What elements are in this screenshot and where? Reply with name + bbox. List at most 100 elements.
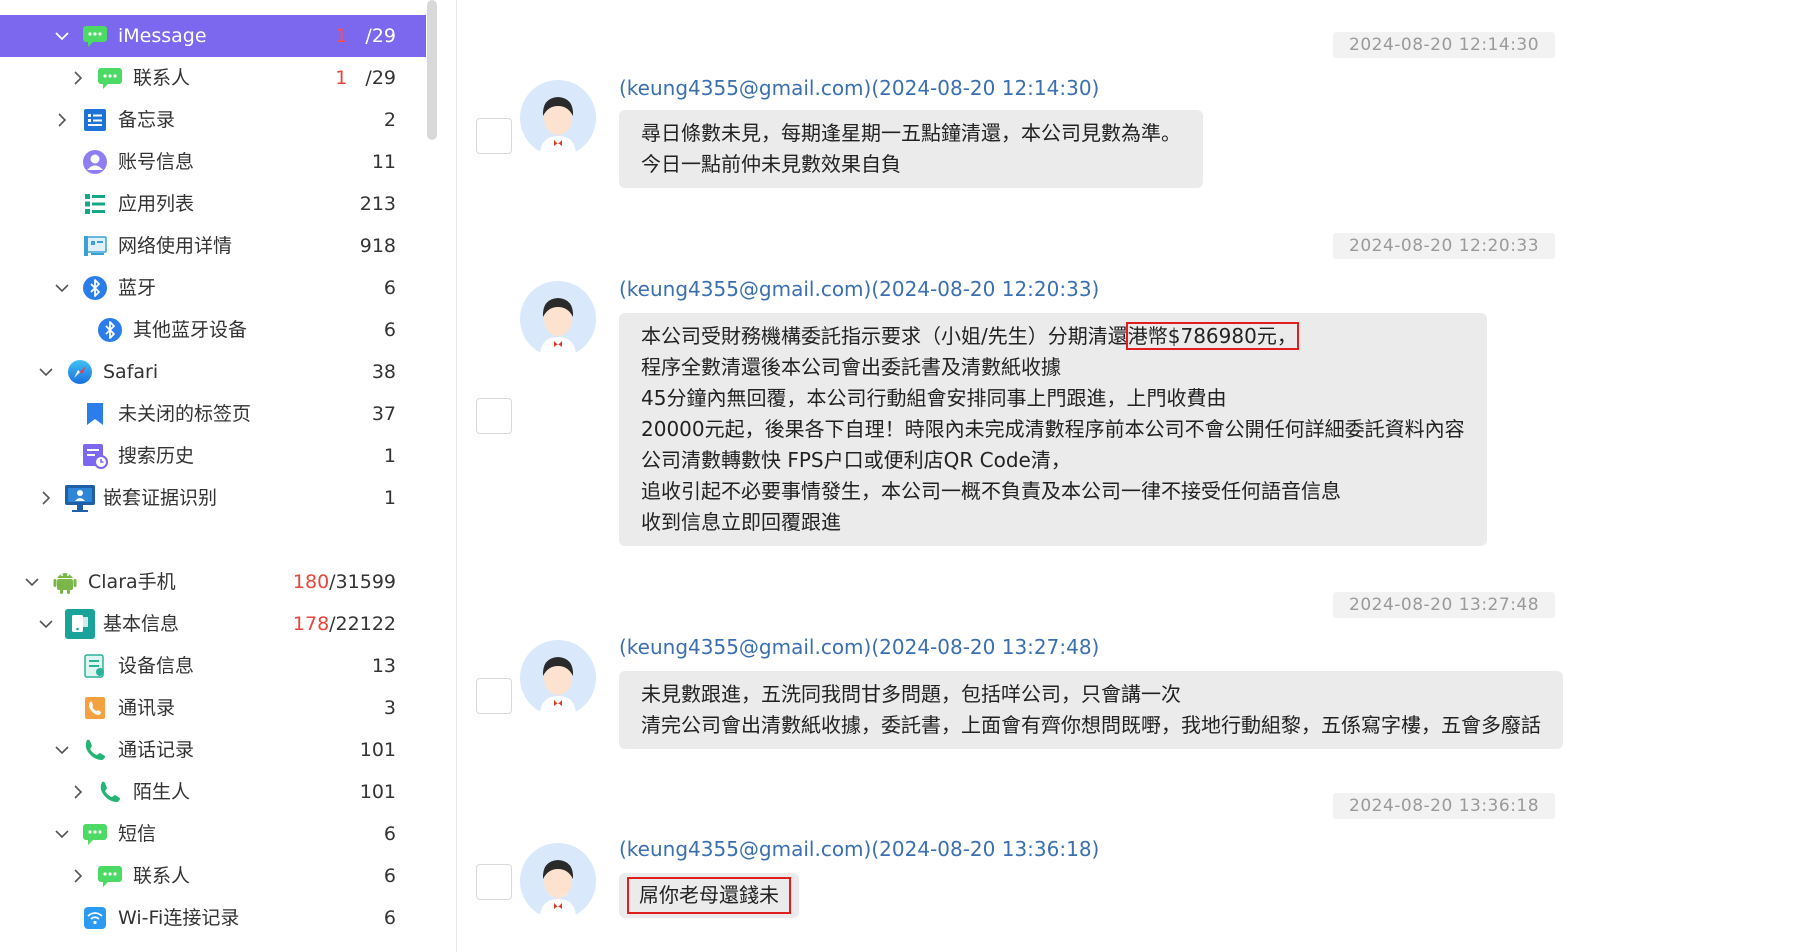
sidebar-item-network-usage[interactable]: 网络使用详情 918: [0, 225, 426, 267]
sidebar-item-notes[interactable]: 备忘录 2: [0, 99, 426, 141]
chevron-down-icon[interactable]: [24, 574, 40, 590]
item-count: 1: [384, 435, 396, 477]
total-count: 13: [371, 655, 396, 677]
message-sender[interactable]: (keung4355@gmail.com)(2024-08-20 12:20:3…: [619, 277, 1099, 301]
total-count: 37: [371, 403, 396, 425]
sidebar-item-label: 短信: [118, 823, 157, 845]
sidebar-item-label: 蓝牙: [118, 277, 157, 299]
total-count: /29: [365, 25, 396, 47]
chevron-right-icon[interactable]: [70, 868, 86, 884]
item-count: 37: [372, 393, 396, 435]
total-count: 6: [383, 907, 396, 929]
chat-panel: 2024-08-20 12:14:30 (keung4355@gmail.com…: [457, 0, 1813, 952]
sidebar-item-strangers[interactable]: 陌生人 101: [0, 771, 426, 813]
sidebar-item-label: 网络使用详情: [118, 235, 233, 257]
info-icon: [64, 608, 96, 640]
message-bubble[interactable]: 未見數跟進，五洗同我問甘多問題，包括咩公司，只會講一次 清完公司會出清數紙收據，…: [619, 671, 1563, 749]
item-count: 6: [384, 855, 396, 897]
message-line: 今日一點前仲未見數效果自負: [641, 152, 901, 176]
sidebar-item-open-tabs[interactable]: 未关闭的标签页 37: [0, 393, 426, 435]
total-count: /31599: [329, 571, 396, 593]
sidebar-item-clara-phone[interactable]: Clara手机 180/31599: [0, 561, 426, 603]
message-line: 公司清數轉數快 FPS户口或便利店QR Code清，: [641, 448, 1071, 472]
sidebar-item-label: 未关闭的标签页: [118, 403, 252, 425]
chevron-down-icon[interactable]: [38, 616, 54, 632]
sidebar-item-label: 搜索历史: [118, 445, 195, 467]
sidebar-item-imessage-contacts[interactable]: 联系人 1 /29: [0, 57, 426, 99]
chevron-down-icon[interactable]: [54, 28, 70, 44]
item-count: 178/22122: [293, 603, 396, 645]
item-count: 213: [360, 183, 396, 225]
monitor-icon: [64, 482, 96, 514]
message-line: 清完公司會出清數紙收據，委託書，上面會有齊你想問既嘢，我地行動組黎，五係寫字樓，…: [641, 713, 1541, 737]
message-icon: [82, 23, 108, 49]
chevron-right-icon[interactable]: [70, 70, 86, 86]
sidebar-item-contacts[interactable]: 通讯录 3: [0, 687, 426, 729]
sidebar-item-label: 基本信息: [103, 613, 180, 635]
total-count: 6: [383, 277, 396, 299]
message-checkbox[interactable]: [476, 864, 512, 900]
item-count: 101: [360, 729, 396, 771]
message-sender[interactable]: (keung4355@gmail.com)(2024-08-20 13:27:4…: [619, 635, 1099, 659]
message-checkbox[interactable]: [476, 398, 512, 434]
item-count: 2: [384, 99, 396, 141]
chevron-down-icon[interactable]: [54, 742, 70, 758]
sidebar-item-app-list[interactable]: 应用列表 213: [0, 183, 426, 225]
sidebar-item-wifi-log[interactable]: Wi-Fi连接记录 6: [0, 897, 426, 939]
message-bubble[interactable]: 尋日條數未見，每期逢星期一五點鐘清還，本公司見數為準。 今日一點前仲未見數效果自…: [619, 110, 1203, 188]
chevron-right-icon[interactable]: [70, 784, 86, 800]
item-count: 6: [384, 897, 396, 939]
message-line: 追收引起不必要事情發生，本公司一概不負責及本公司一律不接受任何語音信息: [641, 479, 1341, 503]
message-checkbox[interactable]: [476, 678, 512, 714]
sidebar-item-imessage[interactable]: iMessage 1 /29: [0, 15, 426, 57]
message-line: 程序全數清還後本公司會出委託書及清數紙收據: [641, 355, 1061, 379]
safari-icon: [67, 359, 93, 385]
notes-icon: [82, 107, 108, 133]
sidebar-item-label: 备忘录: [118, 109, 176, 131]
message-sender[interactable]: (keung4355@gmail.com)(2024-08-20 13:36:1…: [619, 837, 1099, 861]
message-icon: [82, 821, 108, 847]
sidebar-item-label: 其他蓝牙设备: [133, 319, 248, 341]
chevron-down-icon[interactable]: [54, 826, 70, 842]
message-timestamp: 2024-08-20 12:20:33: [1333, 233, 1556, 259]
message-sender[interactable]: (keung4355@gmail.com)(2024-08-20 12:14:3…: [619, 76, 1099, 100]
item-count: 6: [384, 267, 396, 309]
phone-icon: [82, 737, 108, 763]
sidebar: iMessage 1 /29 联系人 1 /29 备忘录 2 账号信息 11 应…: [0, 0, 440, 952]
search-history-icon: [82, 443, 108, 469]
sidebar-item-device-info[interactable]: 设备信息 13: [0, 645, 426, 687]
message-bubble[interactable]: 屌你老母還錢未: [619, 873, 799, 918]
message-line: 20000元起，後果各下自理！時限內未完成清數程序前本公司不會公開任何詳細委託資…: [641, 417, 1465, 441]
sidebar-scrollbar[interactable]: [427, 0, 437, 140]
total-count: 38: [371, 361, 396, 383]
sidebar-item-label: 联系人: [133, 67, 191, 89]
bluetooth-icon: [97, 317, 123, 343]
sidebar-item-basic-info[interactable]: 基本信息 178/22122: [0, 603, 426, 645]
item-count: 101: [360, 771, 396, 813]
chevron-right-icon[interactable]: [38, 490, 54, 506]
sidebar-item-nested-evidence[interactable]: 嵌套证据识别 1: [0, 477, 426, 519]
item-count: 13: [372, 645, 396, 687]
chevron-down-icon[interactable]: [38, 364, 54, 380]
sidebar-item-call-log[interactable]: 通话记录 101: [0, 729, 426, 771]
total-count: 918: [359, 235, 396, 257]
sidebar-item-sms-contacts[interactable]: 联系人 6: [0, 855, 426, 897]
user-avatar-icon: [520, 281, 596, 357]
message-checkbox[interactable]: [476, 118, 512, 154]
sidebar-item-label: Clara手机: [88, 571, 176, 593]
sidebar-item-search-history[interactable]: 搜索历史 1: [0, 435, 426, 477]
item-count: 918: [360, 225, 396, 267]
account-icon: [82, 149, 108, 175]
chevron-down-icon[interactable]: [54, 280, 70, 296]
sidebar-item-account-info[interactable]: 账号信息 11: [0, 141, 426, 183]
total-count: /22122: [329, 613, 396, 635]
unread-count: 178: [292, 613, 330, 635]
message-bubble[interactable]: 本公司受財務機構委託指示要求（小姐/先生）分期清還港幣$786980元， 程序全…: [619, 313, 1487, 546]
total-count: 1: [383, 445, 396, 467]
chevron-right-icon[interactable]: [54, 112, 70, 128]
bookmark-icon: [82, 401, 108, 427]
sidebar-item-safari[interactable]: Safari 38: [0, 351, 426, 393]
sidebar-item-bluetooth[interactable]: 蓝牙 6: [0, 267, 426, 309]
sidebar-item-other-bluetooth[interactable]: 其他蓝牙设备 6: [0, 309, 426, 351]
sidebar-item-sms[interactable]: 短信 6: [0, 813, 426, 855]
